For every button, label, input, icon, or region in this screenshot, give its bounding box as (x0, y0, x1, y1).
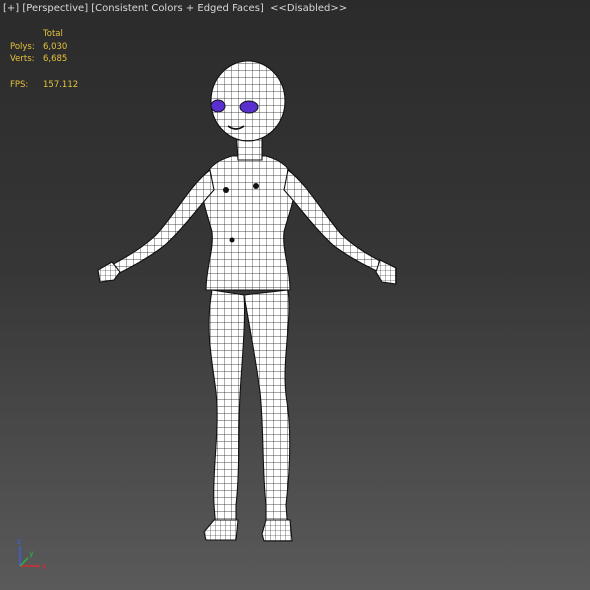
axis-y-label: y (29, 549, 34, 558)
axis-z-label: z (17, 537, 21, 546)
axis-gizmo: z x y (17, 537, 47, 571)
axis-x-label: x (42, 562, 47, 571)
3d-viewport[interactable]: [+] [Perspective] [Consistent Colors + E… (0, 0, 590, 590)
